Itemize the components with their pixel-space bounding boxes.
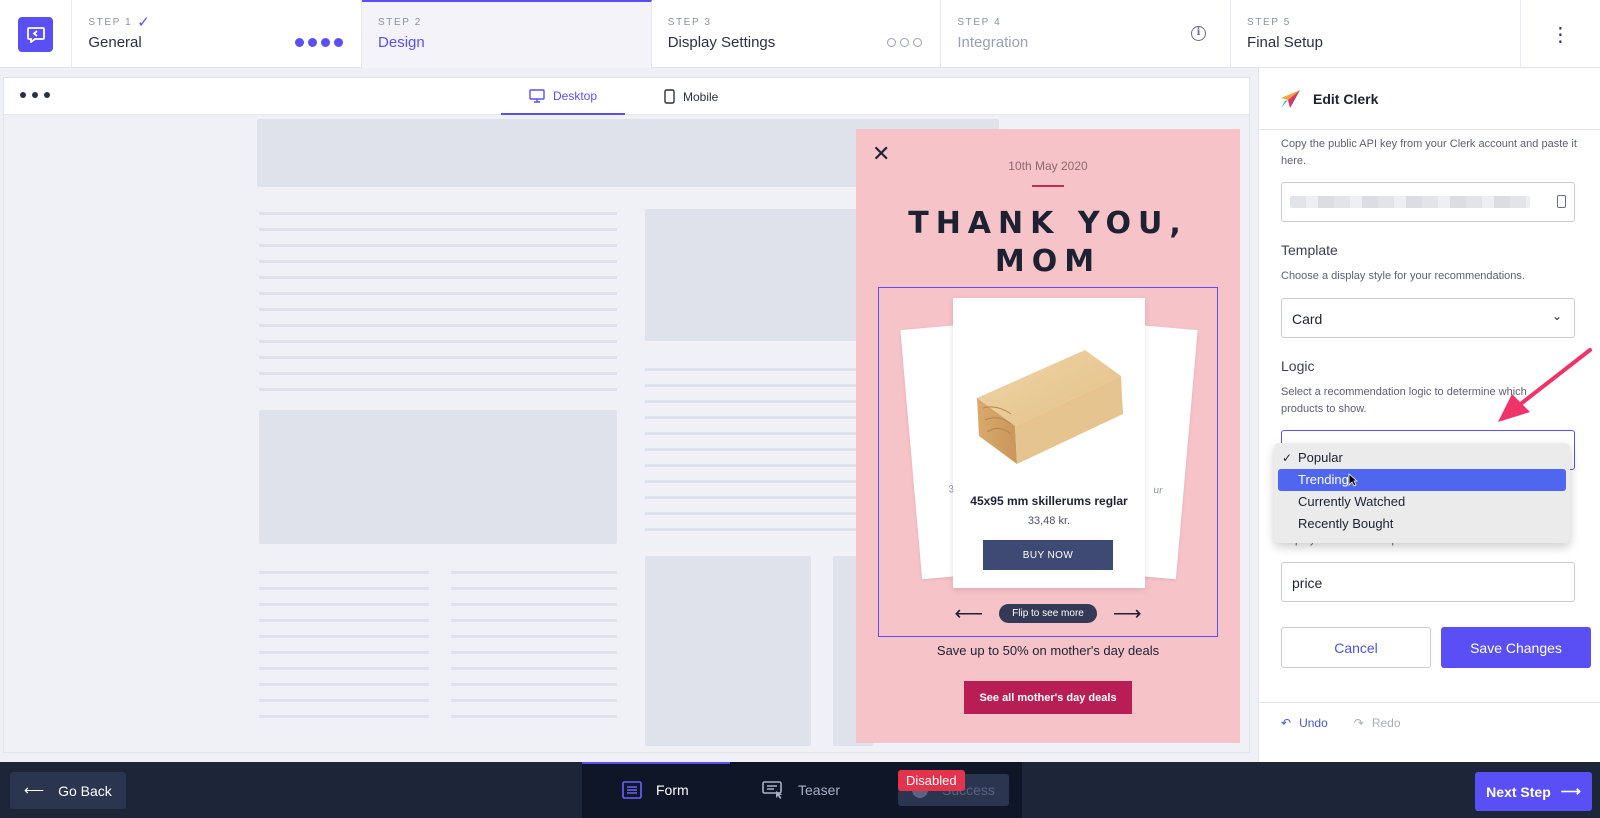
arrow-left-icon[interactable]: ⟵	[954, 604, 983, 624]
step-general[interactable]: STEP 1 ✓ General	[72, 0, 363, 68]
skeleton-block	[259, 410, 617, 544]
checkmark-icon: ✓	[1282, 451, 1293, 465]
go-back-button[interactable]: ⟵ Go Back	[10, 772, 126, 809]
popup-subtitle: Save up to 50% on mother's day deals	[936, 643, 1160, 658]
sort-field[interactable]: price	[1281, 562, 1575, 602]
undo-icon: ↶	[1281, 716, 1292, 730]
card-text: ur	[1153, 484, 1163, 497]
redo-button[interactable]: ↷ Redo	[1354, 716, 1401, 730]
logic-dropdown-menu[interactable]: ✓ Popular Trending Currently Watched Rece…	[1274, 443, 1570, 543]
info-icon[interactable]: i	[1191, 26, 1207, 41]
annotation-arrow-icon	[1498, 348, 1592, 422]
step-display-settings[interactable]: STEP 3 Display Settings	[652, 0, 942, 68]
app-logo-icon[interactable]	[18, 16, 54, 52]
skeleton-card	[645, 556, 811, 746]
chevron-down-icon: ⌄	[1551, 309, 1562, 323]
tab-form[interactable]: Form	[622, 762, 689, 818]
logic-option-popular[interactable]: ✓ Popular	[1278, 447, 1566, 469]
tab-label: Desktop	[553, 88, 598, 103]
panel-title: Edit Clerk	[1313, 90, 1379, 107]
logic-option-currently-watched[interactable]: Currently Watched	[1278, 491, 1566, 513]
product-card[interactable]: 45x95 mm skillerums reglar 33,48 kr. BUY…	[953, 298, 1145, 588]
cta-button[interactable]: See all mother's day deals	[964, 681, 1132, 714]
checkmark-icon: ✓	[137, 13, 152, 31]
skeleton-image	[645, 209, 860, 341]
logic-option-recently-bought[interactable]: Recently Bought	[1278, 513, 1566, 535]
popup-date: 10th May 2020	[1008, 159, 1088, 173]
product-price: 33,48 kr.	[1027, 515, 1071, 527]
buy-now-button[interactable]: BUY NOW	[983, 540, 1113, 570]
step-number: STEP 3	[667, 17, 712, 28]
divider	[1032, 185, 1064, 187]
tab-teaser[interactable]: Teaser	[762, 762, 840, 818]
logic-label: Logic	[1281, 358, 1315, 374]
arrow-right-icon: ⟶	[1560, 783, 1581, 799]
step-integration[interactable]: STEP 4 Integration i	[941, 0, 1232, 68]
step-title: Integration	[957, 34, 1029, 51]
product-image	[977, 350, 1123, 464]
tab-label: Form	[656, 782, 689, 798]
go-back-label: Go Back	[58, 782, 112, 799]
progress-dots-icon	[887, 38, 923, 47]
clipboard-icon[interactable]	[1557, 195, 1566, 208]
tab-mobile[interactable]: Mobile	[636, 78, 746, 115]
cancel-button[interactable]: Cancel	[1281, 627, 1431, 668]
step-title: Final Setup	[1247, 34, 1323, 51]
more-options-icon[interactable]: ⋮	[1521, 0, 1600, 68]
step-number: STEP 1	[88, 17, 133, 28]
popup-title-line: THANK YOU,	[908, 206, 1188, 241]
tab-desktop[interactable]: Desktop	[501, 78, 626, 115]
api-key-field[interactable]	[1281, 182, 1575, 222]
step-number: STEP 2	[378, 17, 422, 28]
undo-button[interactable]: ↶ Undo	[1281, 716, 1328, 730]
undo-label: Undo	[1299, 716, 1328, 730]
popup-title: THANK YOU, MOM	[856, 205, 1240, 281]
step-title: Design	[378, 34, 425, 51]
arrow-left-icon: ⟵	[24, 782, 45, 798]
mobile-icon	[664, 89, 675, 104]
window-dots-icon	[20, 92, 50, 98]
template-select[interactable]: Card ⌄	[1281, 298, 1575, 338]
popup-preview[interactable]: ✕ 10th May 2020 THANK YOU, MOM 38 ur 45x…	[856, 129, 1240, 743]
mouse-cursor-icon	[1348, 473, 1358, 487]
save-changes-button[interactable]: Save Changes	[1441, 627, 1591, 668]
step-title: Display Settings	[667, 34, 776, 51]
progress-dots-icon	[295, 38, 344, 47]
product-name: 45x95 mm skillerums reglar	[970, 494, 1128, 508]
panel-header: Edit Clerk	[1259, 68, 1600, 130]
step-design[interactable]: STEP 2 Design	[362, 0, 652, 68]
form-icon	[622, 781, 642, 799]
flip-hint[interactable]: Flip to see more	[999, 604, 1097, 623]
clerk-logo-icon	[1281, 89, 1300, 108]
popup-title-line: MOM	[994, 244, 1102, 279]
template-label: Template	[1281, 242, 1338, 258]
logic-option-trending[interactable]: Trending	[1278, 469, 1566, 491]
product-carousel[interactable]: 38 ur 45x95 mm skillerums reglar 33,48 k…	[878, 287, 1218, 637]
preview-toolbar: Desktop Mobile	[4, 78, 1249, 115]
template-value: Card	[1292, 311, 1323, 327]
carousel-controls: ⟵ Flip to see more ⟶	[879, 604, 1217, 624]
api-key-help: Copy the public API key from your Clerk …	[1281, 138, 1577, 167]
step-number: STEP 4	[957, 17, 1002, 28]
logo-cell[interactable]	[0, 0, 73, 68]
next-step-button[interactable]: Next Step ⟶	[1475, 772, 1592, 811]
panel-footer: Cancel Save Changes ↶ Undo ↷ Redo	[1259, 627, 1600, 762]
step-number: STEP 5	[1247, 17, 1291, 28]
step-final-setup[interactable]: STEP 5 Final Setup	[1231, 0, 1521, 68]
redo-label: Redo	[1371, 716, 1401, 730]
bottom-bar: ⟵ Go Back Form Teaser Success Next Step …	[0, 762, 1600, 818]
desktop-icon	[529, 88, 545, 103]
template-help: Choose a display style for your recommen…	[1281, 270, 1525, 282]
tab-label: Teaser	[798, 782, 841, 798]
arrow-right-icon[interactable]: ⟶	[1113, 604, 1142, 624]
tab-label: Mobile	[683, 89, 719, 104]
teaser-icon	[762, 781, 783, 799]
api-key-value	[1290, 196, 1530, 208]
step-navigation: STEP 1 ✓ General STEP 2 Design STEP 3 Dis…	[0, 0, 1600, 68]
redo-icon: ↷	[1353, 716, 1364, 730]
disabled-badge: Disabled	[898, 770, 965, 791]
sort-value: price	[1292, 575, 1323, 591]
next-step-label: Next Step	[1486, 783, 1551, 800]
